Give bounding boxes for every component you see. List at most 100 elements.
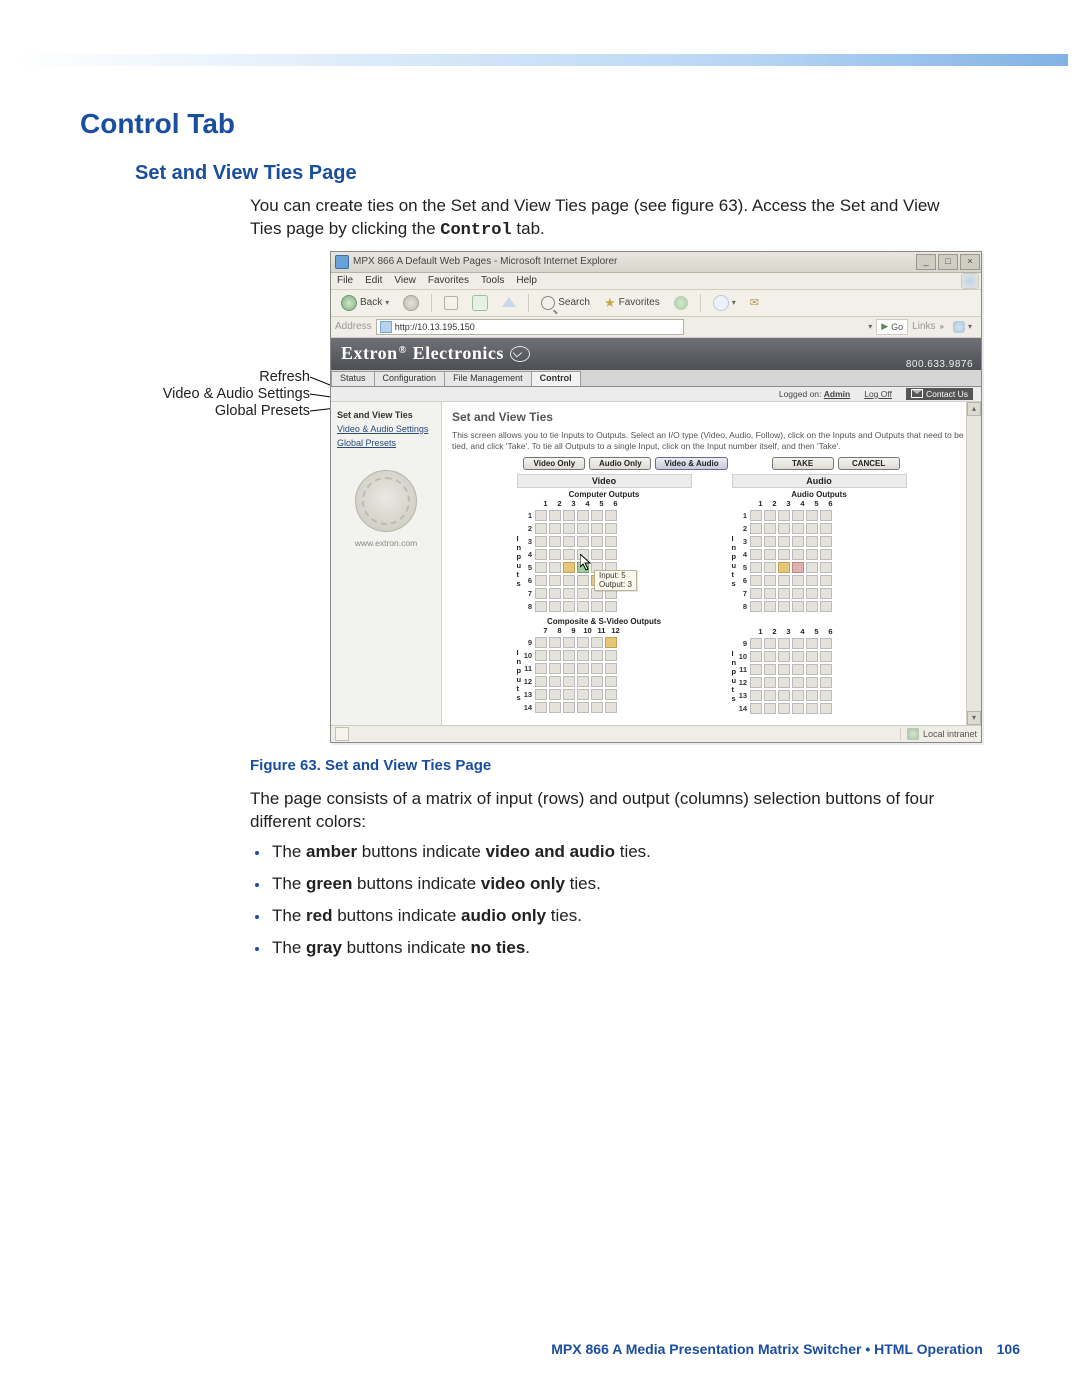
tie-button[interactable] <box>750 549 762 560</box>
tie-button[interactable] <box>792 588 804 599</box>
video-and-audio-button[interactable]: Video & Audio <box>655 457 727 470</box>
tie-button[interactable] <box>792 523 804 534</box>
tie-button[interactable] <box>820 562 832 573</box>
tie-button[interactable] <box>750 664 762 675</box>
tie-button[interactable] <box>577 676 589 687</box>
tie-button[interactable] <box>778 664 790 675</box>
tie-button[interactable] <box>535 702 547 713</box>
tie-button[interactable] <box>778 523 790 534</box>
tie-button[interactable] <box>591 663 603 674</box>
tie-button[interactable] <box>806 638 818 649</box>
tie-button[interactable] <box>535 650 547 661</box>
tie-button[interactable] <box>750 677 762 688</box>
tie-button[interactable] <box>605 663 617 674</box>
tie-button[interactable] <box>549 650 561 661</box>
column-number[interactable]: 7 <box>539 626 553 635</box>
tie-button[interactable] <box>778 677 790 688</box>
tie-button[interactable] <box>549 702 561 713</box>
tie-button[interactable] <box>563 601 575 612</box>
tie-button[interactable] <box>820 601 832 612</box>
address-input[interactable]: http://10.13.195.150 <box>376 319 684 335</box>
tie-button[interactable] <box>535 676 547 687</box>
tie-button[interactable] <box>764 638 776 649</box>
tie-button[interactable] <box>549 523 561 534</box>
tie-button[interactable] <box>591 676 603 687</box>
tie-button[interactable] <box>820 588 832 599</box>
tie-button[interactable] <box>577 702 589 713</box>
row-number[interactable]: 14 <box>522 701 532 714</box>
row-number[interactable]: 11 <box>737 663 747 676</box>
tie-button[interactable] <box>820 510 832 521</box>
tie-button[interactable] <box>605 676 617 687</box>
tie-button[interactable] <box>563 650 575 661</box>
tie-button[interactable] <box>549 510 561 521</box>
tie-button[interactable] <box>792 690 804 701</box>
column-number[interactable]: 3 <box>782 499 796 508</box>
refresh-button[interactable] <box>467 293 493 313</box>
tie-button[interactable] <box>563 575 575 586</box>
tie-button[interactable] <box>792 562 804 573</box>
tie-button[interactable] <box>549 549 561 560</box>
tie-button[interactable] <box>820 677 832 688</box>
tie-button[interactable] <box>577 601 589 612</box>
tie-button[interactable] <box>820 575 832 586</box>
tie-button[interactable] <box>792 510 804 521</box>
tie-button[interactable] <box>605 637 617 648</box>
home-button[interactable] <box>497 296 521 310</box>
row-number[interactable]: 8 <box>522 600 532 613</box>
tie-button[interactable] <box>591 601 603 612</box>
tie-button[interactable] <box>591 510 603 521</box>
tie-button[interactable] <box>563 562 575 573</box>
tie-button[interactable] <box>605 510 617 521</box>
column-number[interactable]: 4 <box>796 499 810 508</box>
tie-button[interactable] <box>778 703 790 714</box>
column-number[interactable]: 11 <box>595 626 609 635</box>
tie-button[interactable] <box>806 664 818 675</box>
row-number[interactable]: 7 <box>522 587 532 600</box>
video-cells-bottom[interactable] <box>534 636 618 714</box>
tie-button[interactable] <box>778 638 790 649</box>
go-button[interactable]: ▶ Go <box>876 319 908 335</box>
tie-button[interactable] <box>577 637 589 648</box>
row-number[interactable]: 1 <box>522 509 532 522</box>
tie-button[interactable] <box>563 702 575 713</box>
chevron-down-icon[interactable]: ▾ <box>868 322 872 331</box>
row-number[interactable]: 11 <box>522 662 532 675</box>
column-number[interactable]: 5 <box>810 499 824 508</box>
tie-button[interactable] <box>820 549 832 560</box>
tie-button[interactable] <box>563 676 575 687</box>
tie-button[interactable] <box>535 510 547 521</box>
tie-button[interactable] <box>750 510 762 521</box>
tie-button[interactable] <box>750 562 762 573</box>
tie-button[interactable] <box>764 562 776 573</box>
tie-button[interactable] <box>591 702 603 713</box>
tie-button[interactable] <box>792 651 804 662</box>
tie-button[interactable] <box>577 510 589 521</box>
column-number[interactable]: 9 <box>567 626 581 635</box>
row-number[interactable]: 6 <box>737 574 747 587</box>
audio-cells-top[interactable] <box>749 509 833 613</box>
tab-configuration[interactable]: Configuration <box>374 371 446 386</box>
tie-button[interactable] <box>563 549 575 560</box>
tie-button[interactable] <box>535 562 547 573</box>
row-number[interactable]: 9 <box>737 637 747 650</box>
audio-cells-bottom[interactable] <box>749 637 833 715</box>
tie-button[interactable] <box>792 677 804 688</box>
row-number[interactable]: 6 <box>522 574 532 587</box>
tie-button[interactable] <box>806 523 818 534</box>
tie-button[interactable] <box>605 702 617 713</box>
tie-button[interactable] <box>764 549 776 560</box>
column-number[interactable]: 5 <box>595 499 609 508</box>
row-number[interactable]: 10 <box>737 650 747 663</box>
tie-button[interactable] <box>563 523 575 534</box>
tie-button[interactable] <box>820 638 832 649</box>
tie-button[interactable] <box>577 575 589 586</box>
tie-button[interactable] <box>820 523 832 534</box>
logoff-link[interactable]: Log Off <box>864 389 892 399</box>
tab-status[interactable]: Status <box>331 371 375 386</box>
tie-button[interactable] <box>535 588 547 599</box>
tie-button[interactable] <box>778 536 790 547</box>
row-number[interactable]: 9 <box>522 636 532 649</box>
menu-file[interactable]: File <box>337 275 353 286</box>
tie-button[interactable] <box>792 638 804 649</box>
